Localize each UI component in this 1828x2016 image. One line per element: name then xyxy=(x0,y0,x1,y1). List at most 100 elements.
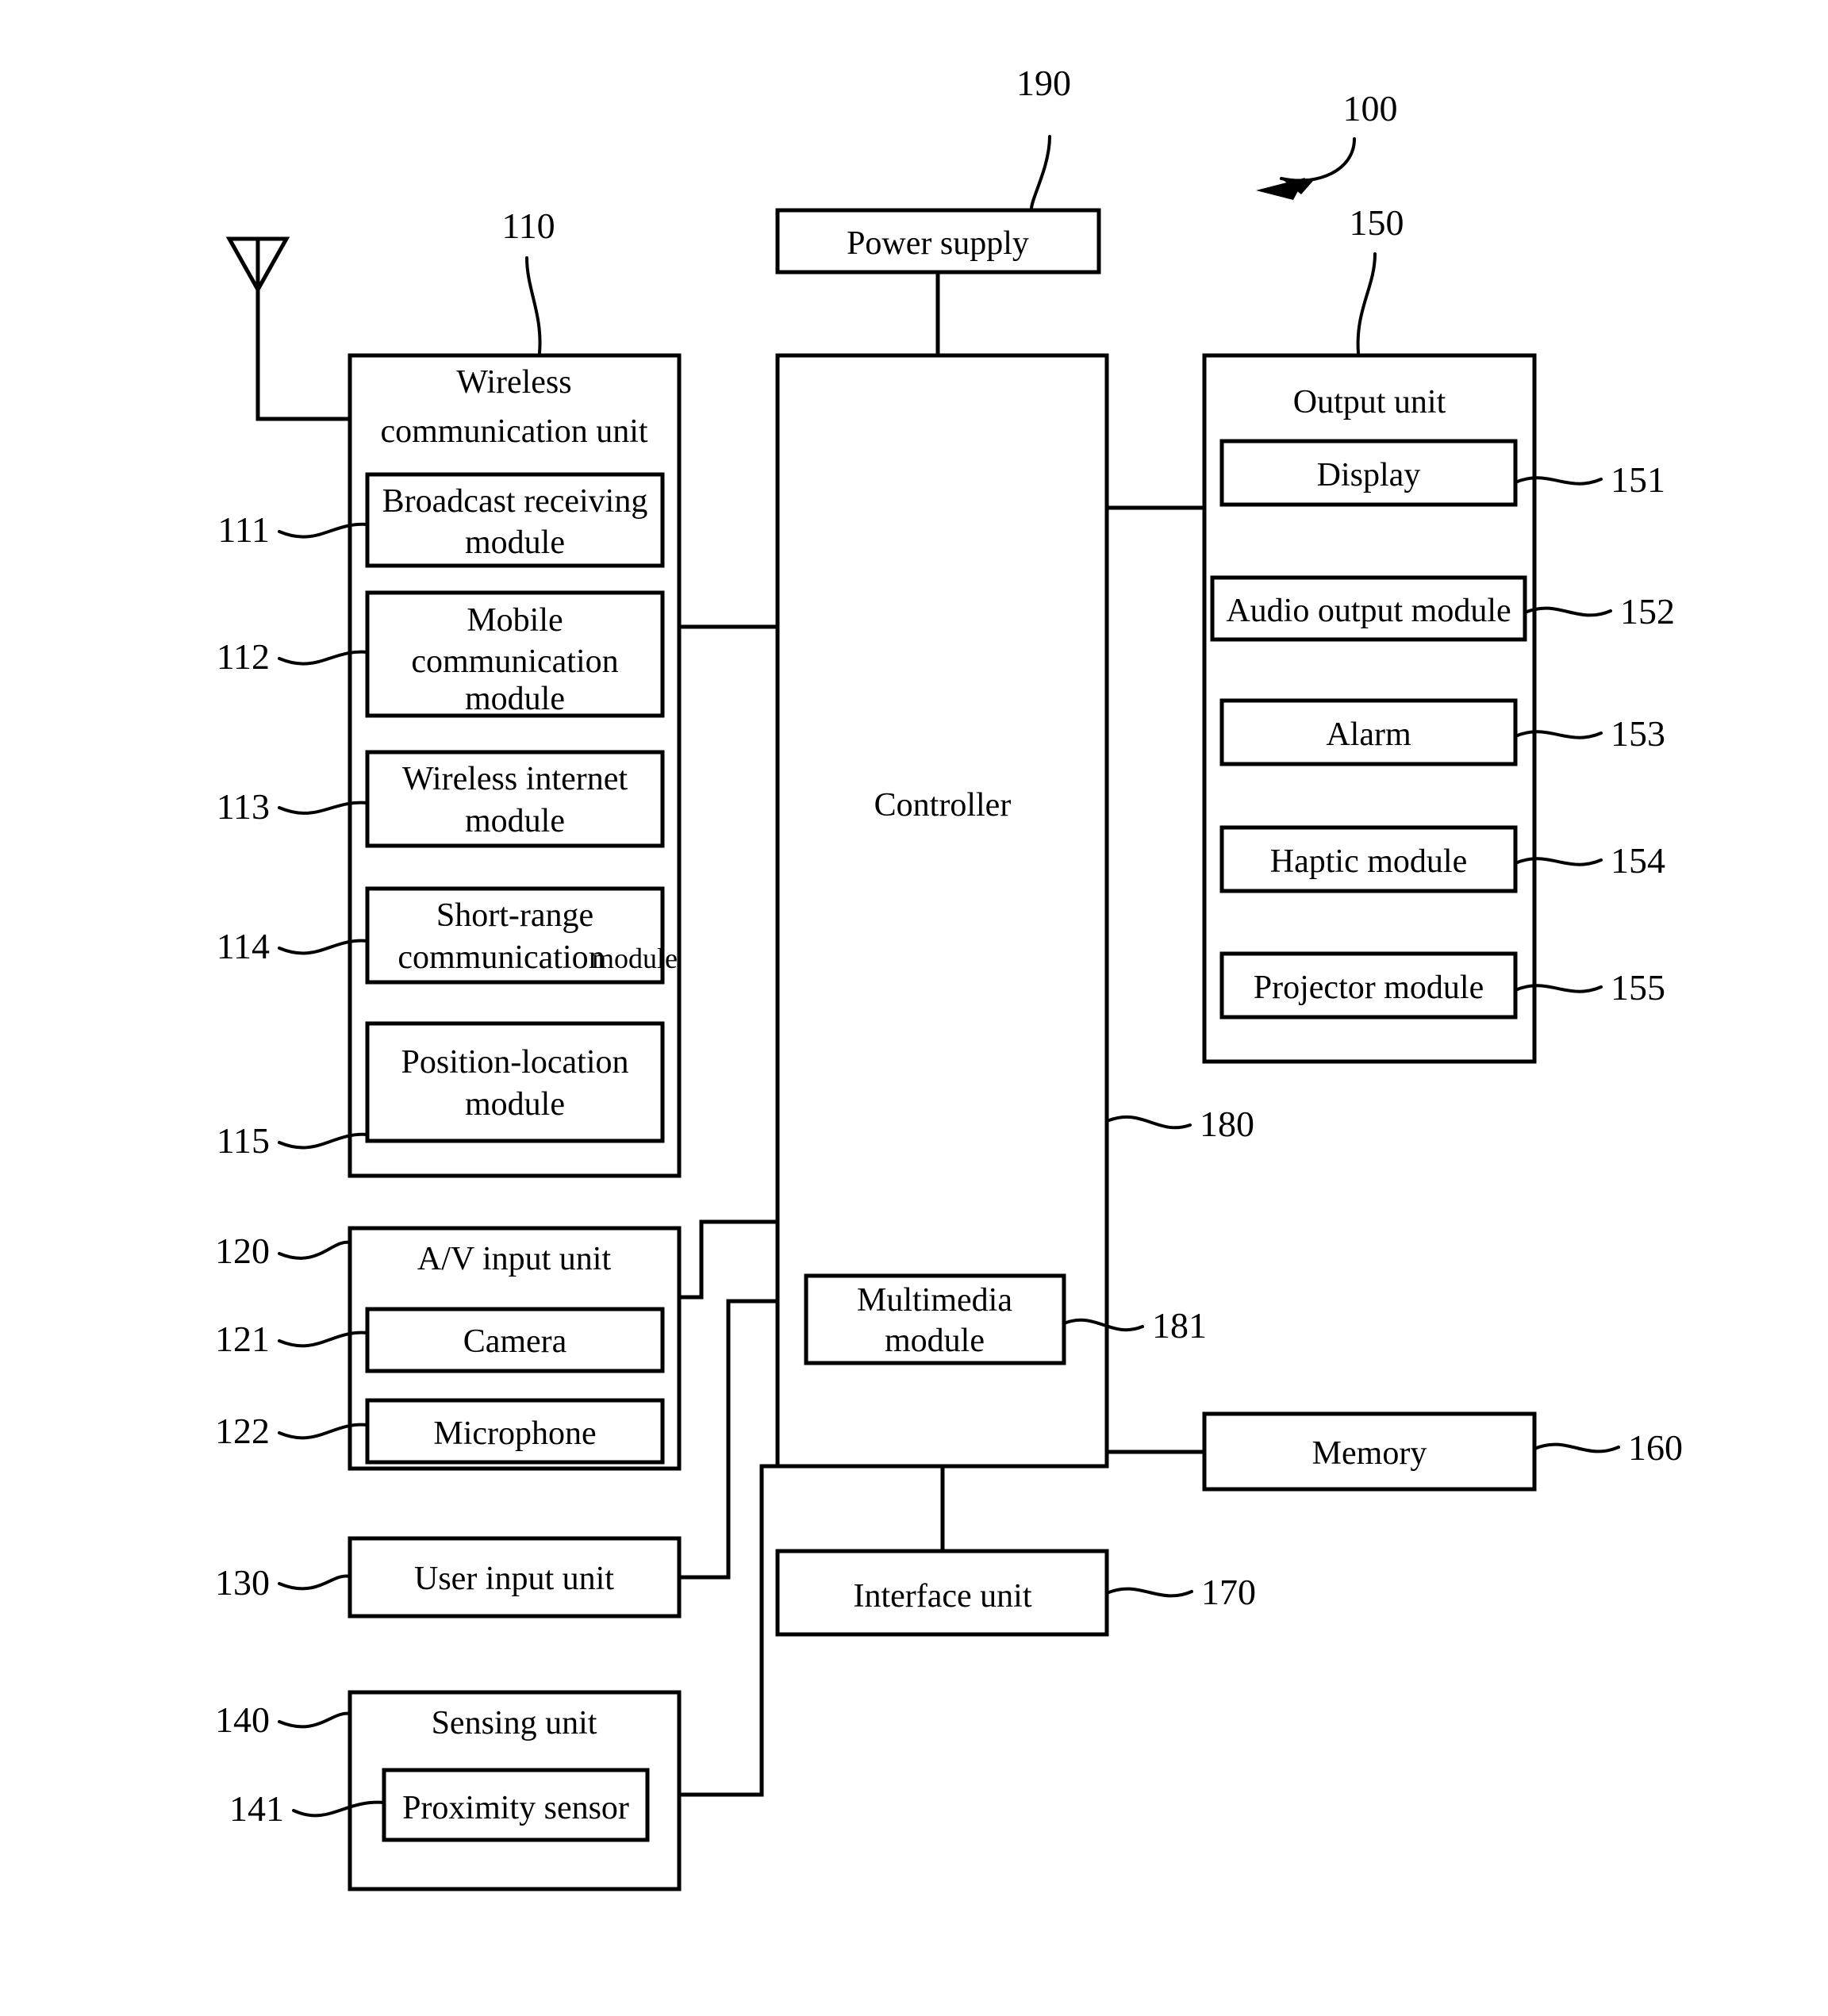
position-location-label-line2: module xyxy=(465,1086,565,1123)
camera-label: Camera xyxy=(463,1323,567,1360)
block-diagram-svg: Power supply 190 100 Wireless communicat… xyxy=(215,63,1683,1891)
interface-unit-label: Interface unit xyxy=(853,1578,1031,1615)
broadcast-receiving-module-block[interactable]: Broadcast receiving module xyxy=(365,472,665,568)
ref-181: 181 xyxy=(1152,1305,1207,1346)
ref-154: 154 xyxy=(1611,840,1665,881)
ref-114: 114 xyxy=(217,926,270,966)
short-range-label-line1: Short-range xyxy=(436,897,593,934)
ref-113: 113 xyxy=(217,786,270,827)
haptic-label: Haptic module xyxy=(1270,843,1467,880)
alarm-label: Alarm xyxy=(1326,716,1411,753)
leader-112 xyxy=(278,650,369,666)
memory-label: Memory xyxy=(1312,1435,1427,1472)
leader-170 xyxy=(1105,1587,1193,1598)
leader-121 xyxy=(278,1331,369,1348)
projector-module-block[interactable]: Projector module xyxy=(1219,951,1518,1020)
ref-100: 100 xyxy=(1343,88,1398,129)
multimedia-module-block[interactable]: Multimedia module xyxy=(804,1273,1066,1365)
power-supply-label: Power supply xyxy=(847,225,1029,262)
leader-190 xyxy=(1030,135,1051,210)
position-location-module-block[interactable]: Position-location module xyxy=(365,1021,665,1143)
wireless-unit-label-line2: communication unit xyxy=(380,413,647,450)
leader-151 xyxy=(1514,476,1603,486)
leader-152 xyxy=(1523,606,1612,617)
ref-160: 160 xyxy=(1628,1427,1683,1468)
alarm-block[interactable]: Alarm xyxy=(1219,698,1518,766)
ref-115: 115 xyxy=(217,1120,270,1161)
leader-155 xyxy=(1514,984,1603,993)
short-range-label-line2: communication xyxy=(397,939,605,976)
leader-181 xyxy=(1062,1318,1144,1332)
display-block[interactable]: Display xyxy=(1219,439,1518,507)
power-supply-block[interactable]: Power supply xyxy=(775,208,1101,275)
ref-112: 112 xyxy=(217,636,270,677)
leader-154 xyxy=(1514,857,1603,866)
ref-170: 170 xyxy=(1201,1572,1256,1612)
mobile-module-label-line3: module xyxy=(465,681,565,717)
microphone-block[interactable]: Microphone xyxy=(365,1398,665,1465)
user-input-unit-label: User input unit xyxy=(414,1561,614,1597)
wireless-internet-label-line1: Wireless internet xyxy=(402,761,628,797)
leader-111 xyxy=(278,522,369,539)
leader-150 xyxy=(1356,252,1377,355)
ref-111: 111 xyxy=(217,509,270,550)
haptic-module-block[interactable]: Haptic module xyxy=(1219,825,1518,893)
broadcast-module-label-line2: module xyxy=(465,524,565,561)
output-unit-label: Output unit xyxy=(1293,384,1446,420)
user-input-unit-block[interactable]: User input unit xyxy=(348,1536,682,1619)
audio-output-label: Audio output module xyxy=(1226,593,1511,629)
interface-unit-block[interactable]: Interface unit xyxy=(775,1549,1109,1637)
multimedia-label-line2: module xyxy=(885,1323,985,1359)
microphone-label: Microphone xyxy=(433,1415,596,1452)
ref-155: 155 xyxy=(1611,967,1665,1008)
leader-130 xyxy=(278,1574,351,1591)
controller-label: Controller xyxy=(874,787,1012,824)
camera-block[interactable]: Camera xyxy=(365,1307,665,1373)
ref-120: 120 xyxy=(215,1231,270,1271)
ref-121: 121 xyxy=(215,1319,270,1359)
leader-114 xyxy=(278,939,369,955)
leader-141 xyxy=(292,1800,386,1818)
projector-label: Projector module xyxy=(1254,970,1484,1006)
position-location-label-line1: Position-location xyxy=(401,1044,629,1081)
av-input-unit-label: A/V input unit xyxy=(417,1241,612,1277)
wire-av-input-to-controller xyxy=(677,1219,780,1300)
wireless-unit-label-line1: Wireless xyxy=(456,364,571,401)
mobile-communication-module-block[interactable]: Mobile communication module xyxy=(365,590,665,718)
multimedia-label-line1: Multimedia xyxy=(857,1282,1012,1319)
ref-180: 180 xyxy=(1200,1104,1254,1144)
wireless-internet-module-block[interactable]: Wireless internet module xyxy=(365,750,665,848)
broadcast-module-label-line1: Broadcast receiving xyxy=(382,483,648,520)
ref-150: 150 xyxy=(1350,202,1404,243)
ref-140: 140 xyxy=(215,1699,270,1740)
wireless-internet-label-line2: module xyxy=(465,803,565,839)
proximity-sensor-label: Proximity sensor xyxy=(402,1790,629,1826)
mobile-module-label-line1: Mobile xyxy=(467,602,563,639)
antenna-icon xyxy=(225,236,352,421)
audio-output-module-block[interactable]: Audio output module xyxy=(1210,575,1527,642)
display-label: Display xyxy=(1317,457,1421,493)
leader-122 xyxy=(278,1423,369,1440)
ref-152: 152 xyxy=(1620,591,1675,632)
sensing-unit-label: Sensing unit xyxy=(432,1705,597,1741)
ref-122: 122 xyxy=(215,1411,270,1451)
mobile-module-label-line2: communication xyxy=(411,643,618,680)
leader-110 xyxy=(525,256,542,355)
leader-115 xyxy=(278,1132,369,1150)
short-range-label-line2b: module xyxy=(592,943,678,974)
ref-130: 130 xyxy=(215,1562,270,1603)
leader-120 xyxy=(278,1240,351,1260)
leader-160 xyxy=(1533,1442,1620,1453)
leader-153 xyxy=(1514,730,1603,739)
leader-140 xyxy=(278,1711,351,1729)
memory-block[interactable]: Memory xyxy=(1202,1411,1537,1492)
ref-141: 141 xyxy=(229,1788,284,1829)
ref-153: 153 xyxy=(1611,713,1665,754)
leader-113 xyxy=(278,801,369,815)
system-ref-pointer: 100 xyxy=(1256,88,1398,200)
patent-figure-canvas: Power supply 190 100 Wireless communicat… xyxy=(0,0,1828,2016)
ref-151: 151 xyxy=(1611,459,1665,500)
short-range-communication-module-block[interactable]: Short-range communication module xyxy=(365,886,678,985)
ref-110: 110 xyxy=(501,205,555,246)
proximity-sensor-block[interactable]: Proximity sensor xyxy=(382,1768,650,1842)
